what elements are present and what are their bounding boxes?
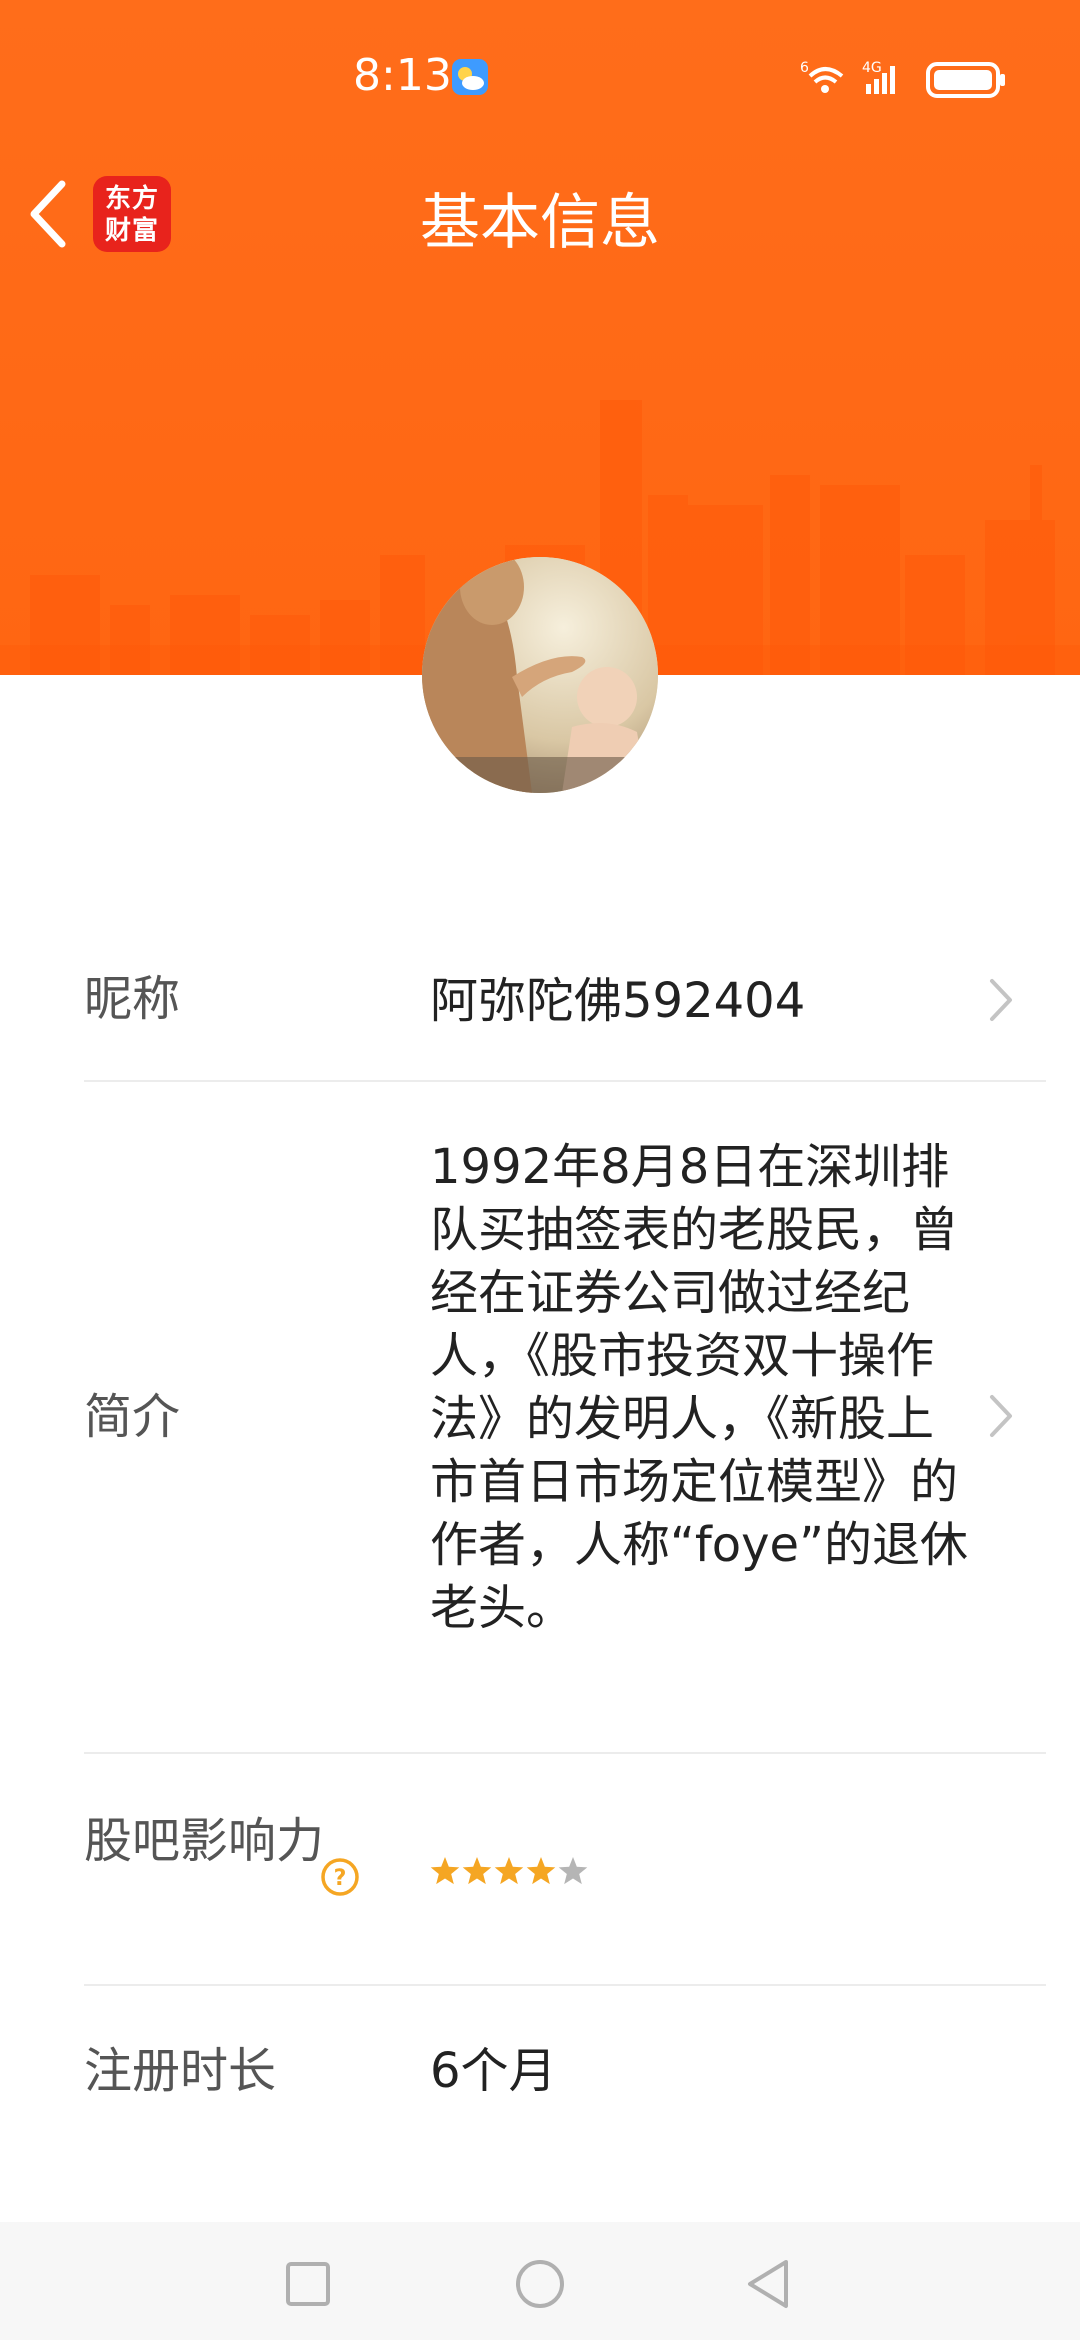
avatar-image (422, 557, 658, 793)
status-bar: 8:13 6 4G (0, 40, 1080, 120)
nickname-row[interactable]: 昵称 阿弥陀佛592404 (84, 920, 1046, 1082)
bio-value: 1992年8月8日在深圳排队买抽签表的老股民，曾经在证券公司做过经纪人，《股市投… (430, 1139, 968, 1636)
wifi-icon: 6 (800, 60, 844, 93)
nickname-value: 阿弥陀佛592404 (430, 973, 806, 1029)
avatar[interactable] (422, 557, 658, 793)
star-filled-icon (526, 1857, 556, 1885)
star-filled-icon (462, 1857, 492, 1885)
bio-row[interactable]: 简介 1992年8月8日在深圳排队买抽签表的老股民，曾经在证券公司做过经纪人，《… (84, 1082, 1046, 1754)
profile-basic-info-screen: 8:13 6 4G 东方 财富 基本信息 昵称 阿弥陀佛592404 简介 19… (0, 0, 1080, 2340)
status-icons: 6 4G (800, 60, 1005, 98)
status-time: 8:13 (353, 50, 452, 101)
influence-row: 股吧影响力 ? (84, 1754, 1046, 1986)
triangle-left-icon (748, 2260, 788, 2308)
question-circle-icon[interactable]: ? (320, 1857, 360, 1897)
registration-row: 注册时长 6个月 (84, 1986, 1046, 2156)
page-title: 基本信息 (420, 188, 660, 258)
star-filled-icon (494, 1857, 524, 1885)
square-icon (286, 2262, 330, 2306)
star-filled-icon (430, 1857, 460, 1885)
wifi-label: 6 (800, 60, 809, 76)
star-empty-icon (558, 1857, 588, 1885)
influence-stars (430, 1857, 588, 1885)
chevron-right-icon (990, 979, 1012, 1021)
info-list: 昵称 阿弥陀佛592404 简介 1992年8月8日在深圳排队买抽签表的老股民，… (84, 920, 1046, 2156)
chevron-right-icon (990, 1395, 1012, 1437)
battery-icon (926, 62, 1005, 98)
system-navigation-bar (0, 2222, 1080, 2340)
svg-text:?: ? (334, 1866, 347, 1891)
cellular-signal-icon: 4G (862, 60, 895, 94)
bio-label: 简介 (84, 1389, 181, 1445)
registration-value: 6个月 (430, 2043, 557, 2099)
influence-label: 股吧影响力 (84, 1813, 325, 1869)
weather-icon (452, 59, 488, 95)
home-button[interactable] (500, 2244, 580, 2324)
nickname-label: 昵称 (84, 971, 181, 1027)
circle-icon (516, 2260, 564, 2308)
network-label: 4G (862, 60, 882, 76)
system-back-button[interactable] (728, 2244, 808, 2324)
recent-apps-button[interactable] (268, 2244, 348, 2324)
registration-label: 注册时长 (84, 2043, 277, 2099)
